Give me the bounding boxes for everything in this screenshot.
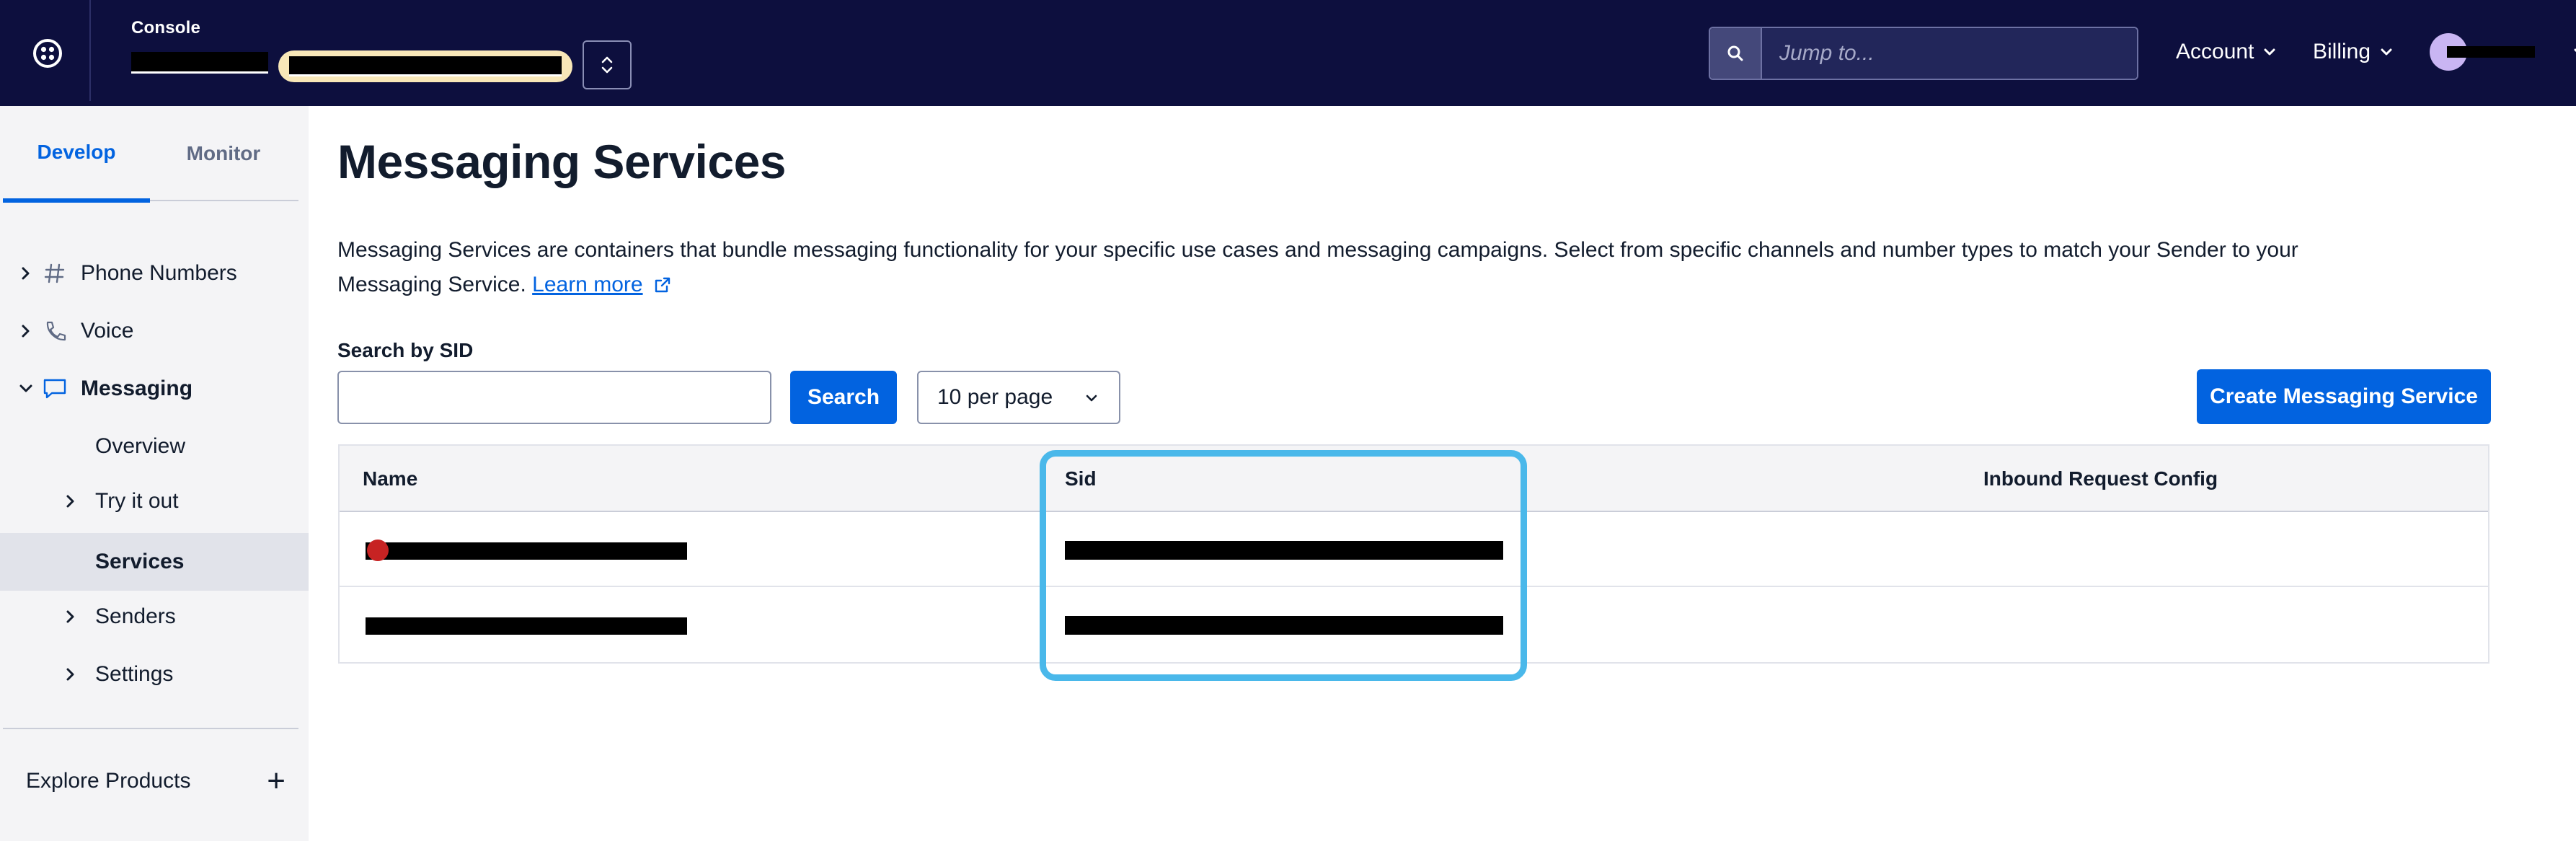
search-icon[interactable] [1710, 28, 1762, 79]
account-menu-label: Account [2176, 40, 2254, 63]
billing-menu-label: Billing [2313, 40, 2371, 63]
search-sid-input[interactable] [337, 371, 771, 424]
external-link-icon [655, 277, 670, 293]
sidebar-item-label: Phone Numbers [81, 261, 237, 285]
chevron-down-icon [2264, 48, 2275, 56]
chat-bubble-icon [43, 379, 66, 399]
chevron-right-icon [66, 668, 74, 681]
account-switcher-button[interactable] [583, 40, 632, 89]
chevron-right-icon [66, 610, 74, 623]
page-description: Messaging Services are containers that b… [337, 233, 2399, 302]
billing-menu[interactable]: Billing [2313, 36, 2394, 68]
account-menu[interactable]: Account [2176, 36, 2277, 68]
chevron-right-icon [22, 325, 30, 338]
tab-monitor[interactable]: Monitor [150, 106, 297, 201]
account-name-redacted[interactable] [131, 52, 268, 74]
topbar-divider [89, 0, 91, 101]
sidebar-tabs: Develop Monitor [3, 106, 298, 203]
column-header-inbound-request-config: Inbound Request Config [1983, 467, 2218, 490]
console-label: Console [131, 18, 201, 38]
table-row [340, 587, 2488, 662]
subaccount-name-redacted [289, 56, 562, 76]
search-by-sid-label: Search by SID [337, 339, 474, 361]
sidebar-item-services[interactable]: Services [0, 533, 309, 591]
services-table: Name Sid Inbound Request Config [338, 444, 2489, 664]
status-dot [367, 540, 389, 561]
sidebar-item-phone-numbers[interactable]: Phone Numbers [0, 247, 309, 299]
chevron-down-icon [1086, 395, 1097, 402]
sidebar-item-label: Services [95, 550, 185, 573]
table-row [340, 512, 2488, 587]
sidebar-item-senders[interactable]: Senders [0, 591, 309, 643]
service-name-link-redacted[interactable] [366, 540, 687, 561]
search-button[interactable]: Search [790, 371, 897, 424]
sidebar-item-settings[interactable]: Settings [0, 648, 309, 700]
sidebar-divider [3, 728, 298, 729]
subaccount-badge[interactable] [278, 50, 572, 82]
sidebar-item-voice[interactable]: Voice [0, 305, 309, 357]
avatar [2430, 33, 2535, 71]
sidebar-item-label: Try it out [95, 489, 179, 513]
user-name-redacted [2447, 46, 2535, 58]
per-page-value: 10 per page [937, 385, 1053, 409]
page-title: Messaging Services [337, 135, 787, 188]
learn-more-link[interactable]: Learn more [532, 273, 642, 296]
sidebar-item-label: Senders [95, 604, 176, 628]
chevron-right-icon [66, 495, 74, 508]
create-messaging-service-button[interactable]: Create Messaging Service [2197, 369, 2491, 424]
service-sid-redacted [1065, 541, 1503, 560]
service-sid-redacted [1065, 616, 1503, 635]
phone-icon [46, 321, 66, 341]
jump-to-input[interactable] [1762, 28, 2137, 79]
explore-products-label: Explore Products [26, 769, 191, 793]
chevron-down-icon [2574, 48, 2576, 53]
table-header: Name Sid Inbound Request Config [340, 446, 2488, 512]
twilio-logo-icon[interactable] [16, 22, 79, 85]
sidebar-item-try-it-out[interactable]: Try it out [0, 475, 309, 527]
jump-to-search [1709, 27, 2138, 80]
tab-develop[interactable]: Develop [3, 106, 150, 203]
sidebar: Develop Monitor Phone Numbers Voice Mess… [0, 106, 309, 841]
sidebar-item-label: Messaging [81, 377, 193, 400]
sidebar-item-label: Settings [95, 662, 174, 686]
sidebar-item-label: Voice [81, 319, 134, 343]
service-name-link-redacted[interactable] [366, 615, 687, 636]
chevron-down-icon [19, 384, 32, 392]
top-navigation-bar: Console Account Billing [0, 0, 2576, 106]
hash-icon [44, 263, 65, 283]
chevron-down-icon [2381, 48, 2392, 56]
explore-products-button[interactable]: Explore Products + [26, 759, 286, 803]
chevron-right-icon [22, 267, 30, 280]
sidebar-item-label: Overview [95, 434, 186, 458]
sidebar-item-messaging[interactable]: Messaging [0, 363, 309, 415]
per-page-select[interactable]: 10 per page [917, 371, 1120, 424]
user-menu[interactable] [2430, 33, 2576, 71]
chevron-up-down-icon [601, 56, 613, 74]
column-header-sid: Sid [1065, 467, 1097, 490]
plus-icon: + [267, 763, 286, 798]
sidebar-item-overview[interactable]: Overview [0, 420, 309, 472]
column-header-name: Name [363, 467, 418, 490]
